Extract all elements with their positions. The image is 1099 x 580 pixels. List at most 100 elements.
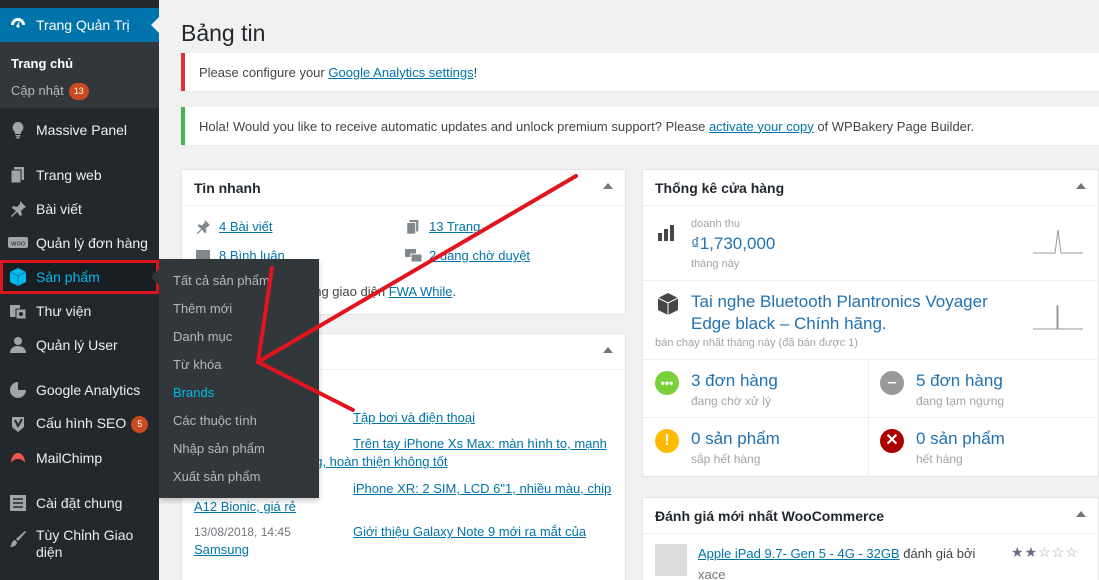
processing-count[interactable]: 3 đơn hàng	[691, 371, 778, 391]
menu-customize[interactable]: Tùy Chỉnh Giao diện	[0, 527, 159, 567]
store-toggle-icon[interactable]	[1076, 183, 1086, 189]
flyout-brands[interactable]: Brands	[173, 385, 214, 400]
ga-settings-link[interactable]: Google Analytics settings	[328, 65, 473, 80]
activate-copy-link[interactable]: activate your copy	[709, 119, 814, 134]
activity-link[interactable]: iPhone XR: 2 SIM, LCD 6"1, nhiều màu, ch…	[353, 481, 611, 496]
menu-seo-text: Cấu hình SEO	[36, 415, 127, 432]
star-filled-icon: ★	[1011, 544, 1025, 560]
divider	[868, 359, 869, 477]
pages-icon	[405, 219, 421, 235]
activity-link[interactable]: Tập bơi và điện thoại	[353, 410, 475, 425]
flyout-export[interactable]: Xuất sản phẩm	[173, 469, 260, 484]
updates-count-badge: 13	[68, 83, 89, 101]
lowstock-count[interactable]: 0 sản phẩm	[691, 429, 780, 449]
notice-ga-pre: Please configure your	[199, 64, 329, 80]
menu-settings-label: Cài đặt chung	[36, 494, 123, 511]
review-product-link[interactable]: Apple iPad 9.7- Gen 5 - 4G - 32GB	[698, 546, 900, 561]
notice-wpb-post: of WPBakery Page Builder.	[813, 118, 975, 134]
menu-products[interactable]: Sản phẩm	[0, 260, 159, 294]
menu-orders[interactable]: woo Quản lý đơn hàng	[0, 226, 159, 260]
outstock-count[interactable]: 0 sản phẩm	[916, 429, 1005, 449]
activity-link[interactable]: Trên tay iPhone Xs Max: màn hình to, mạn…	[353, 436, 607, 451]
menu-seo-label: Cấu hình SEO 5	[36, 415, 149, 433]
flyout-categories[interactable]: Danh mục	[173, 329, 232, 344]
admin-sidebar: Trang Quản Trị Trang chủ Cập nhật 13 Mass…	[0, 0, 159, 580]
menu-massive-panel[interactable]: Massive Panel	[0, 113, 159, 147]
menu-google-analytics[interactable]: Google Analytics	[0, 373, 159, 407]
revenue-label: doanh thu	[691, 218, 740, 230]
star-filled-icon: ★	[1024, 544, 1039, 560]
dashboard-icon	[8, 15, 28, 35]
menu-products-label: Sản phẩm	[36, 268, 100, 285]
outstock-sub: hết hàng	[916, 452, 963, 466]
lowstock-icon: !	[655, 429, 679, 453]
menu-pages[interactable]: Trang web	[0, 158, 159, 192]
activity-link[interactable]: ng, hoàn thiện không tốt	[308, 454, 448, 469]
comments-pending-icon	[405, 248, 423, 264]
notice-wpb-pre: Hola! Would you like to receive automati…	[199, 118, 709, 134]
notice-ga-post: !	[473, 64, 478, 80]
onhold-icon: –	[880, 371, 904, 395]
svg-text:woo: woo	[11, 240, 25, 248]
glance-posts-link[interactable]: 4 Bài viết	[219, 219, 272, 234]
bar-chart-icon	[657, 222, 679, 242]
store-header: Thống kê cửa hàng	[643, 170, 1098, 206]
flyout-all-products[interactable]: Tất cả sản phẩm	[173, 273, 270, 288]
glance-pages-link[interactable]: 13 Trang	[429, 219, 480, 234]
divider	[643, 417, 1098, 418]
menu-dashboard[interactable]: Trang Quản Trị	[0, 8, 159, 42]
review-line: Apple iPad 9.7- Gen 5 - 4G - 32GB đánh g…	[698, 546, 975, 561]
menu-users-label: Quản lý User	[36, 336, 118, 353]
notice-google-analytics: Please configure your Google Analytics s…	[181, 53, 1099, 91]
product-sparkline	[1033, 305, 1083, 330]
menu-users[interactable]: Quản lý User	[0, 328, 159, 362]
submenu-updates-label: Cập nhật	[11, 83, 64, 98]
notice-ga-text: Please configure your Google Analytics s…	[199, 65, 477, 80]
glance-title: Tin nhanh	[194, 179, 261, 196]
glance-header: Tin nhanh	[182, 170, 625, 206]
dashboard-submenu: Trang chủ Cập nhật 13	[0, 42, 159, 108]
pages-icon	[8, 165, 28, 185]
processing-sub: đang chờ xử lý	[691, 394, 771, 408]
menu-media[interactable]: Thư viện	[0, 294, 159, 328]
glance-toggle-icon[interactable]	[603, 183, 613, 189]
activity-toggle-icon[interactable]	[603, 347, 613, 353]
theme-link[interactable]: FWA While	[389, 284, 453, 299]
cube-icon	[8, 267, 28, 287]
activity-link[interactable]: Giới thiệu Galaxy Note 9 mới ra mắt của	[353, 524, 586, 539]
reviews-title: Đánh giá mới nhất WooCommerce	[655, 507, 885, 524]
menu-posts[interactable]: Bài viết	[0, 192, 159, 226]
flyout-import[interactable]: Nhập sản phẩm	[173, 441, 265, 456]
glance-pending-link[interactable]: 2 đang chờ duyệt	[429, 248, 530, 263]
top-product-line2[interactable]: Edge black – Chính hãng.	[691, 314, 887, 334]
seo-badge: 5	[131, 415, 149, 433]
activity-link[interactable]: A12 Bionic, giá rẻ	[194, 499, 296, 514]
product-box-icon	[656, 292, 680, 316]
star-empty-icon: ☆	[1038, 544, 1052, 560]
submenu-updates[interactable]: Cập nhật 13	[11, 83, 89, 101]
menu-customize-line1: Tùy Chỉnh Giao	[36, 527, 134, 543]
star-empty-icon: ☆	[1051, 544, 1066, 560]
flyout-tags[interactable]: Từ khóa	[173, 357, 221, 372]
activity-link[interactable]: Samsung	[194, 542, 249, 557]
menu-media-label: Thư viện	[36, 302, 92, 319]
activity-date: 13/08/2018, 14:45	[194, 525, 291, 539]
reviews-header: Đánh giá mới nhất WooCommerce	[643, 498, 1098, 534]
page-title: Bảng tin	[181, 20, 266, 46]
outstock-icon: ✕	[880, 429, 904, 453]
revenue-sparkline	[1033, 229, 1083, 254]
flyout-add-new[interactable]: Thêm mới	[173, 301, 232, 316]
products-flyout-menu: Tất cả sản phẩm Thêm mới Danh mục Từ khó…	[159, 259, 319, 498]
top-product-line1[interactable]: Tai nghe Bluetooth Plantronics Voyager	[691, 292, 988, 312]
menu-massive-panel-label: Massive Panel	[36, 121, 128, 138]
flyout-attributes[interactable]: Các thuộc tính	[173, 413, 257, 428]
menu-settings[interactable]: Cài đặt chung	[0, 486, 159, 520]
menu-customize-line2: diện	[36, 544, 63, 560]
onhold-sub: đang tạm ngưng	[916, 394, 1005, 408]
onhold-count[interactable]: 5 đơn hàng	[916, 371, 1003, 391]
reviews-toggle-icon[interactable]	[1076, 511, 1086, 517]
revenue-value[interactable]: ₫1,730,000	[691, 234, 775, 254]
submenu-home[interactable]: Trang chủ	[11, 56, 73, 71]
menu-mailchimp[interactable]: MailChimp	[0, 441, 159, 475]
menu-seo[interactable]: Cấu hình SEO 5	[0, 407, 159, 441]
